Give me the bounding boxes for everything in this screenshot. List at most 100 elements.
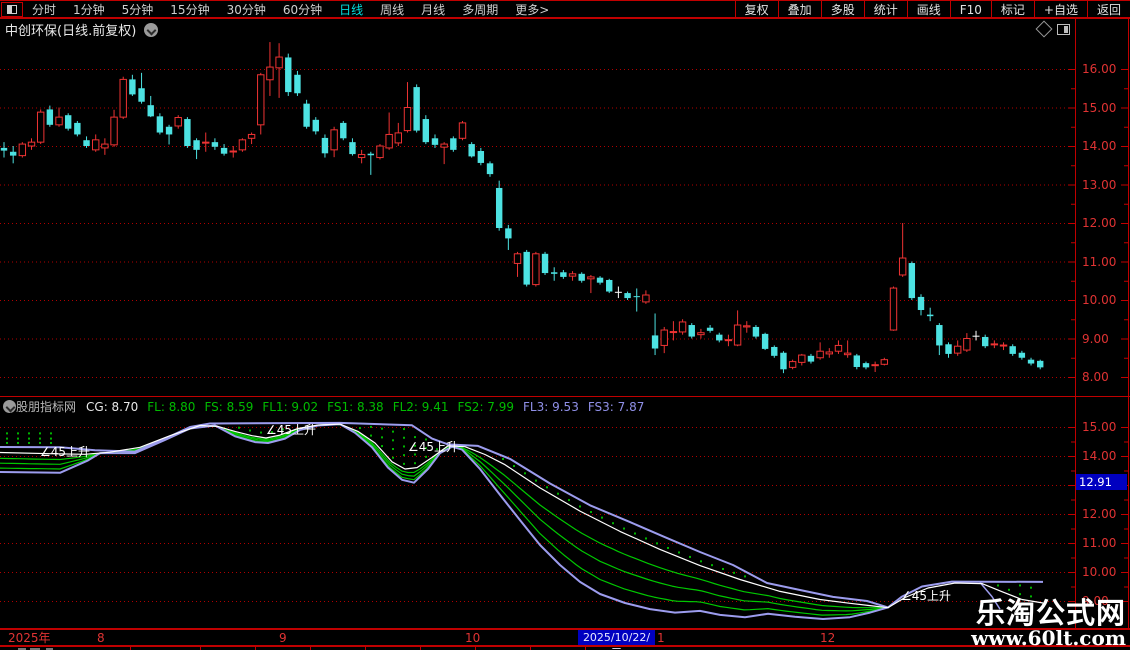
candle-down xyxy=(560,272,567,277)
candle-down xyxy=(413,87,420,131)
candle-up xyxy=(788,361,797,368)
candle-up xyxy=(18,143,27,157)
candle-down xyxy=(505,228,512,239)
candle-up xyxy=(990,343,999,346)
candle-up xyxy=(440,143,448,148)
candle-down xyxy=(926,314,934,317)
indicator-value-FL2: FL2: 9.41 xyxy=(392,399,449,414)
candle-up xyxy=(394,132,403,144)
candle-down xyxy=(138,88,145,102)
candle-up xyxy=(119,78,127,118)
candle-down xyxy=(706,327,714,331)
candle-up xyxy=(568,273,577,277)
month-label-9: 9 xyxy=(279,631,287,645)
candle-up xyxy=(798,354,806,363)
candle-down xyxy=(596,277,604,283)
candle-up xyxy=(963,338,971,351)
price-axis-label: 12.00 xyxy=(1082,507,1117,521)
candle-up xyxy=(724,339,733,342)
candle-up xyxy=(357,153,366,159)
candle-up xyxy=(678,321,687,333)
candle-down xyxy=(771,346,778,356)
candle-up xyxy=(110,116,118,146)
watermark: 乐淘公式网 www.60lt.com xyxy=(971,598,1126,648)
candle-down xyxy=(46,109,54,125)
candle-down xyxy=(422,119,430,143)
candle-down xyxy=(349,142,356,155)
price-axis-label: 10.00 xyxy=(1082,565,1117,579)
candle-down xyxy=(716,334,723,341)
candle-up xyxy=(843,352,852,356)
candle-down xyxy=(431,138,439,145)
candle-down xyxy=(64,115,72,129)
candle-up xyxy=(953,345,962,354)
candle-down xyxy=(624,293,631,299)
candle-down xyxy=(165,126,173,135)
indicator-chevron-icon[interactable] xyxy=(3,400,16,413)
candle-up xyxy=(880,359,889,365)
indicator-value-FS3: FS3: 7.87 xyxy=(587,399,645,414)
angle-45-rise-label: ∠45上升 xyxy=(901,589,952,603)
candle-down xyxy=(1018,352,1026,358)
price-axis-label: 13.00 xyxy=(1082,177,1117,192)
indicator-value-FL3: FL3: 9.53 xyxy=(523,399,579,414)
candle-up xyxy=(669,331,678,334)
candle-down xyxy=(147,105,154,117)
price-axis-label: 15.00 xyxy=(1082,420,1117,434)
candle-down xyxy=(606,279,613,292)
candle-down xyxy=(917,296,925,311)
candle-up xyxy=(898,257,907,276)
price-axis-label: 15.00 xyxy=(1082,100,1117,115)
date-axis: 2025年 8 9 10 1 12 xyxy=(0,629,1130,646)
price-axis-label: 8.00 xyxy=(1082,370,1109,384)
candle-down xyxy=(156,116,164,133)
candle-down xyxy=(294,74,301,94)
candle-up xyxy=(101,143,109,149)
candle-down xyxy=(752,326,760,337)
indicator-value-CG: CG: 8.70 xyxy=(86,399,139,414)
watermark-cn: 乐淘公式网 xyxy=(975,596,1126,630)
candle-down xyxy=(1037,360,1044,368)
candle-down xyxy=(9,151,17,156)
month-label-10: 10 xyxy=(465,631,481,645)
month-label-1: 1 xyxy=(657,631,665,645)
candle-down xyxy=(862,363,870,368)
candle-down xyxy=(0,147,8,151)
candle-up xyxy=(642,294,650,303)
candle-down xyxy=(1027,359,1035,364)
candle-down xyxy=(312,119,319,132)
angle-45-rise-label: ∠45上升 xyxy=(266,423,317,437)
candle-down xyxy=(486,163,494,175)
candle-down xyxy=(688,325,695,337)
candle-down xyxy=(74,122,81,135)
price-axis-label: 16.00 xyxy=(1082,62,1117,76)
candle-up xyxy=(229,150,237,153)
candle-up xyxy=(376,145,384,159)
candle-up xyxy=(238,139,247,151)
chart-canvas[interactable] xyxy=(0,0,1130,650)
candle-down xyxy=(633,296,640,298)
candle-down xyxy=(477,151,485,163)
candle-up xyxy=(513,253,522,264)
watermark-url: www.60lt.com xyxy=(971,626,1126,650)
candle-down xyxy=(853,355,861,367)
indicator-name: 股朋指标网 xyxy=(16,400,77,414)
candle-down xyxy=(651,335,659,349)
indicator-value-FS: FS: 8.59 xyxy=(204,399,254,414)
candle-down xyxy=(523,251,530,285)
candle-down xyxy=(495,187,503,229)
year-label: 2025年 xyxy=(8,631,51,645)
candle-up xyxy=(36,111,45,143)
candle-up xyxy=(247,133,256,139)
candle-down xyxy=(367,153,374,156)
candle-up xyxy=(92,139,100,151)
month-label-8: 8 xyxy=(97,631,105,645)
candle-up xyxy=(385,133,393,149)
indicator-value-FS1: FS1: 8.38 xyxy=(327,399,384,414)
indicator-value-FS2: FS2: 7.99 xyxy=(457,399,515,414)
candle-up xyxy=(889,287,898,331)
candle-down xyxy=(468,144,475,157)
indicator-value-FL: FL: 8.80 xyxy=(147,399,196,414)
price-axis-label: 10.00 xyxy=(1082,293,1117,307)
candle-up xyxy=(816,350,824,359)
